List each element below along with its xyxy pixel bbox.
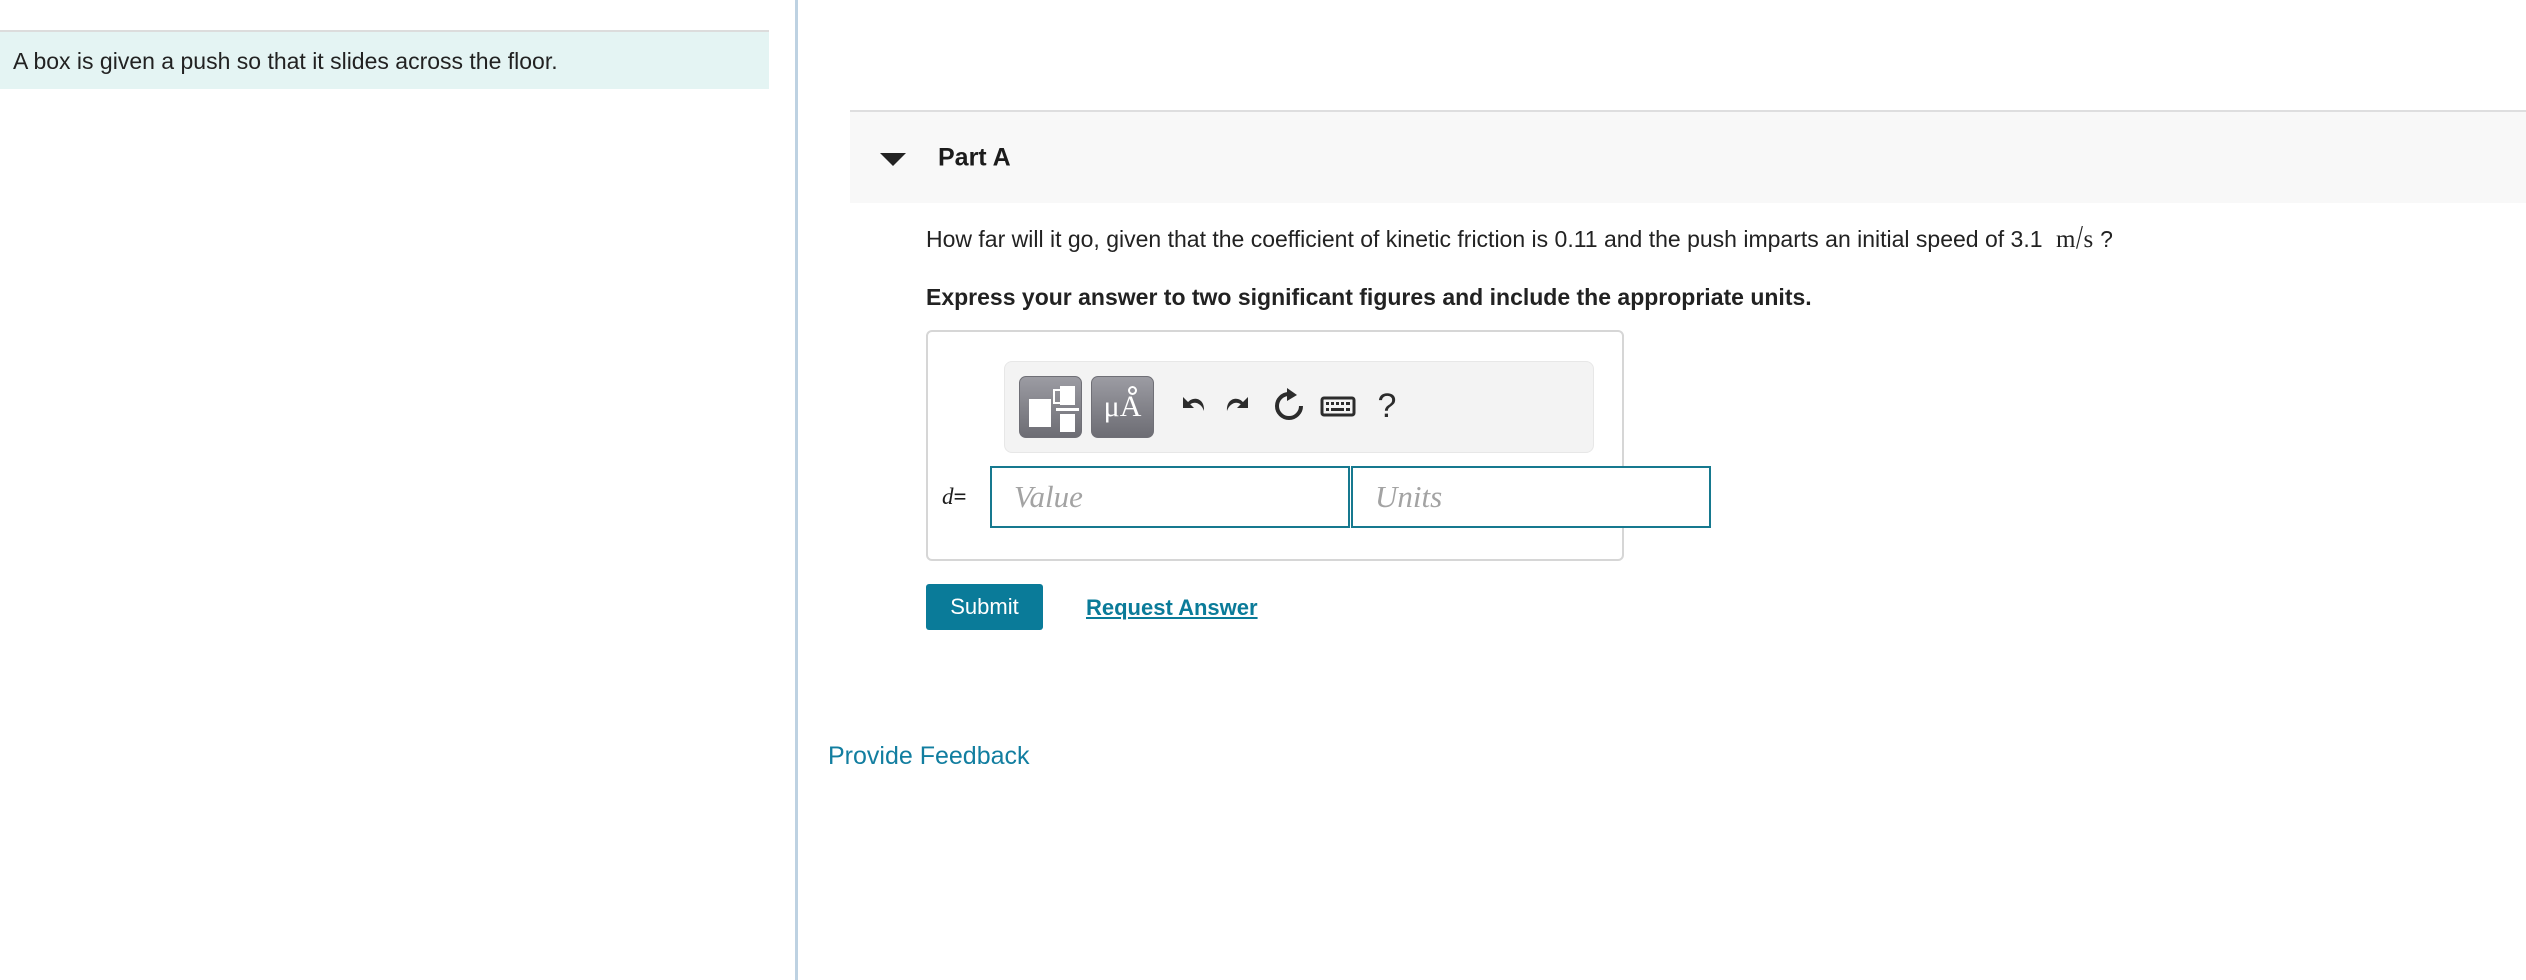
answer-instruction: Express your answer to two significant f…	[926, 284, 1812, 310]
units-glyph-text: μA	[1103, 390, 1142, 423]
units-icon[interactable]: μA	[1091, 376, 1154, 438]
left-panel: A box is given a push so that it slides …	[0, 0, 796, 980]
answer-value-input[interactable]	[990, 466, 1350, 528]
problem-statement-highlight: A box is given a push so that it slides …	[0, 30, 769, 89]
problem-statement-text: A box is given a push so that it slides …	[13, 47, 558, 74]
unit-denominator: s	[2083, 226, 2094, 253]
answer-entry-box: μA ? d= Value Units	[926, 330, 1711, 561]
reset-icon[interactable]	[1267, 384, 1311, 428]
part-a-header[interactable]: Part A	[850, 110, 2526, 203]
submit-button[interactable]: Submit	[926, 584, 1043, 630]
template-fraction-denominator-icon	[1060, 414, 1075, 432]
question-text-main: How far will it go, given that the coeff…	[926, 226, 2043, 252]
template-base-box-icon	[1029, 399, 1051, 427]
provide-feedback-link[interactable]: Provide Feedback	[828, 742, 1030, 771]
answer-units-input[interactable]	[1351, 466, 1711, 528]
variable-name: d	[942, 484, 954, 509]
answer-toolbar: μA ?	[1004, 361, 1594, 453]
help-icon-label: ?	[1377, 387, 1397, 425]
math-template-icon[interactable]	[1019, 376, 1082, 438]
undo-icon[interactable]	[1169, 384, 1213, 428]
unit-slash: /	[2076, 219, 2084, 257]
right-panel: Part A How far will it go, given that th…	[798, 0, 2526, 980]
template-fraction-bar-icon	[1056, 408, 1079, 411]
question-question-mark: ?	[2100, 226, 2113, 252]
unit-numerator: m	[2056, 226, 2076, 253]
triangle-down-icon[interactable]	[880, 153, 906, 166]
request-answer-link[interactable]: Request Answer	[1086, 595, 1258, 621]
redo-icon[interactable]	[1218, 384, 1262, 428]
help-icon[interactable]: ?	[1365, 384, 1409, 428]
question-units-expression: m/s	[2043, 220, 2094, 256]
answer-variable-label: d=	[942, 484, 967, 510]
answer-input-row: d=	[942, 466, 1711, 528]
angstrom-ring-icon	[1128, 386, 1137, 395]
units-glyph-label: μA	[1092, 377, 1153, 437]
keyboard-icon[interactable]	[1316, 384, 1360, 428]
part-a-title: Part A	[938, 143, 1011, 171]
template-fraction-numerator-icon	[1060, 386, 1075, 405]
equals-sign: =	[953, 484, 967, 509]
question-text: How far will it go, given that the coeff…	[926, 220, 2113, 256]
